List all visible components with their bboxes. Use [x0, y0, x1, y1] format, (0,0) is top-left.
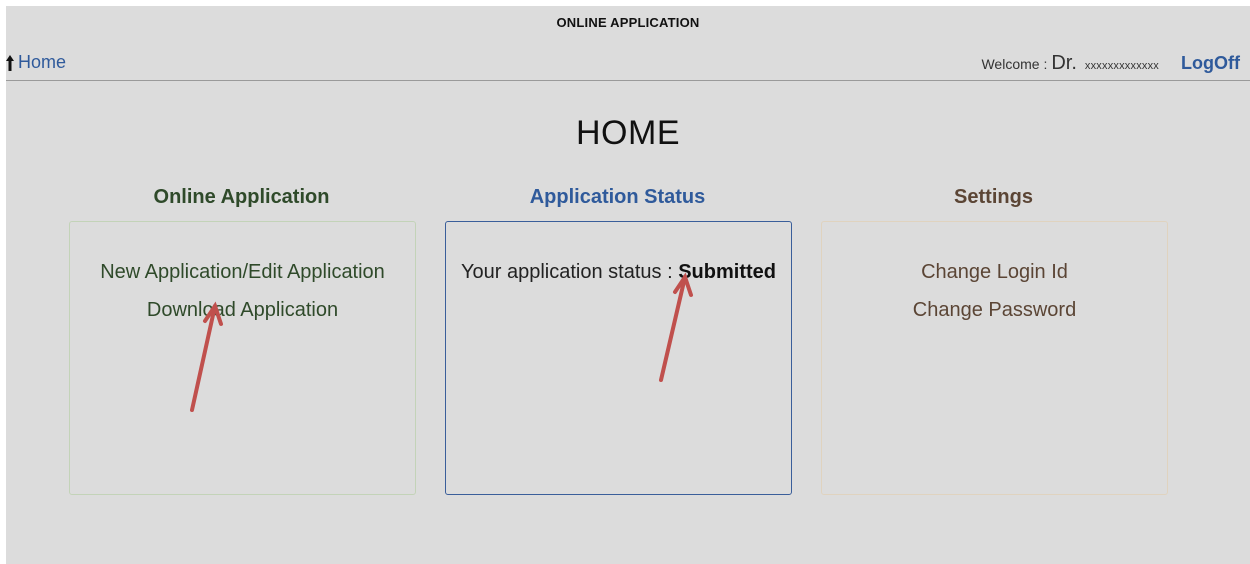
app-screen: ONLINE APPLICATION Home Welcome : Dr. xx…	[6, 6, 1250, 564]
application-status-title: Application Status	[529, 186, 706, 208]
settings-title: Settings	[954, 186, 1033, 208]
download-application-link[interactable]: Download Application	[70, 291, 415, 329]
home-nav-link[interactable]: Home	[6, 52, 66, 73]
user-welcome: Welcome : Dr. xxxxxxxxxxxxx LogOff	[981, 52, 1240, 75]
status-label: Your application status :	[461, 261, 673, 283]
user-name: xxxxxxxxxxxxx	[1084, 60, 1160, 72]
settings-panel: Change Login Id Change Password	[821, 221, 1168, 495]
change-password-link[interactable]: Change Password	[822, 291, 1167, 329]
new-edit-application-link[interactable]: New Application/Edit Application	[70, 253, 415, 291]
user-prefix: Dr.	[1051, 52, 1077, 74]
page-title: HOME	[576, 114, 680, 152]
online-application-panel: New Application/Edit Application Downloa…	[69, 221, 416, 495]
change-login-id-link[interactable]: Change Login Id	[822, 253, 1167, 291]
status-line: Your application status : Submitted	[446, 222, 791, 291]
header-divider	[6, 80, 1250, 81]
status-value: Submitted	[678, 261, 776, 283]
app-title: ONLINE APPLICATION	[556, 15, 700, 30]
application-status-panel: Your application status : Submitted	[445, 221, 792, 495]
online-application-title: Online Application	[153, 186, 330, 208]
home-icon	[6, 54, 14, 71]
welcome-label: Welcome :	[981, 56, 1048, 72]
logoff-link[interactable]: LogOff	[1181, 53, 1240, 74]
home-link-label: Home	[18, 52, 67, 72]
